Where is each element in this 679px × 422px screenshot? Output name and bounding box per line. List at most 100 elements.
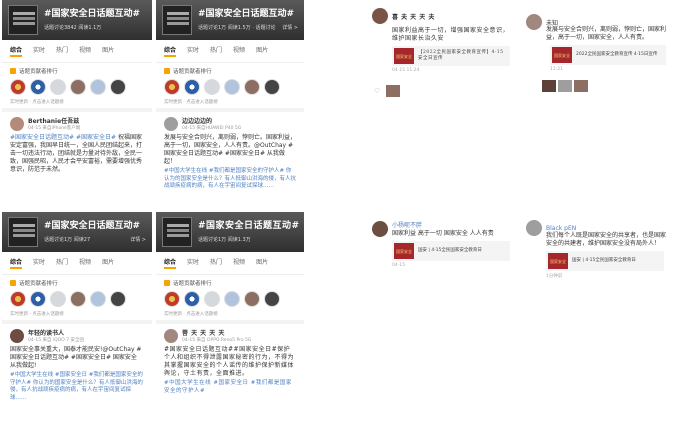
topic-cover[interactable]: #国家安全日话题互动# 话题讨论3842 阅读1.1万 [2,0,152,40]
topic-cover[interactable]: #国家安全日话题互动# 话题讨论1万 阅读27 详情 > [2,212,152,252]
avatar[interactable] [224,291,240,307]
tab-hot[interactable]: 热门 [210,45,222,57]
topic-thumbnail [8,217,38,247]
avatar[interactable] [164,328,178,343]
like-icon[interactable]: ♡ [374,87,380,95]
tab-video[interactable]: 视频 [233,257,245,269]
topic-title: #国家安全日话题互动# [44,9,141,19]
post-author[interactable]: 菩 天 天 天 天 [182,328,251,337]
topic-thumbnail [8,5,38,35]
comment-author[interactable]: 小杨呢不胖 [392,220,494,229]
tab-video[interactable]: 视频 [233,45,245,57]
tab-video[interactable]: 视频 [79,45,91,57]
topic-more-link[interactable]: 详情 > [282,24,298,31]
card-text: 国安 | 4·15全民国家安全教育日 [572,258,636,263]
contributors-header: 话题贡献者排行 [156,63,304,75]
reply-thumbnail[interactable] [574,80,588,92]
tab-image[interactable]: 图片 [256,257,268,269]
tab-hot[interactable]: 热门 [56,45,68,57]
avatar[interactable] [50,79,66,95]
post-quote[interactable]: #中国大学生在线 #国家安全日 #我们都是国家安全的守护人# [164,380,296,395]
post-quote[interactable]: #中国大学生在线 #国家安全日 #我们都是国家安全的守护人# 你认为的国家安全是… [10,372,144,402]
avatar[interactable] [10,328,24,343]
post-meta: 04-15 来自 OPPO Reno5 Pro 5G [182,338,252,343]
comment-card-2: 未知 发展与安全合则兴，离则弱，悖则亡，国家利益，高于一切，国家安全，人人有责。… [522,10,674,130]
tab-all[interactable]: 综合 [10,45,23,57]
avatar[interactable] [30,79,46,95]
avatar[interactable] [204,79,220,95]
card-image: 国家安全 [552,47,572,63]
avatar[interactable] [244,79,260,95]
tab-hot[interactable]: 热门 [56,257,68,269]
avatar[interactable] [90,79,106,95]
avatar[interactable] [526,14,542,30]
post-author[interactable]: 边边边边的 [182,116,241,125]
reply-thumbnail[interactable] [542,80,556,92]
avatar[interactable] [204,291,220,307]
card-text: 国安 | 4·15全民国家安全教育日 [418,248,482,253]
reply-thumbnail[interactable] [386,85,401,97]
avatar[interactable] [372,221,388,237]
share-card[interactable]: 国家安全 国安 | 4·15全民国家安全教育日 [392,241,510,261]
comment-card-4: Black pEN 我们每个人既是国家安全的共享者，也是国家安全的共建者，维护国… [522,216,674,288]
avatar[interactable] [110,291,126,307]
avatar[interactable] [164,116,178,131]
contributors-hint: 实时更新 · 点击进入话题榜 [156,99,304,112]
contributor-avatars [2,287,152,311]
comment-text: 我们每个人既是国家安全的共享者，也是国家安全的共建者，维护国家安全没有局外人！ [546,232,667,247]
avatar[interactable] [526,220,542,236]
topic-cover[interactable]: #国家安全日话题互动# 话题讨论1万 阅读1.5万 · 话题讨论 详情 > [156,0,304,40]
tab-all[interactable]: 综合 [164,45,177,57]
post-author[interactable]: 年轻的读书人 [28,328,84,337]
tab-realtime[interactable]: 实时 [33,257,45,269]
tab-image[interactable]: 图片 [102,257,114,269]
share-card[interactable]: 国家安全 国安 | 4·15全民国家安全教育日 [546,251,664,271]
avatar[interactable] [244,291,260,307]
share-card[interactable]: 国家安全 【2022全民国家安全教育宣传】4·15安全日宣传 [392,46,510,66]
tab-image[interactable]: 图片 [256,45,268,57]
contributors-label: 话题贡献者排行 [19,281,58,287]
avatar[interactable] [70,291,86,307]
avatar[interactable] [164,291,180,307]
avatar[interactable] [70,79,86,95]
avatar[interactable] [224,79,240,95]
tab-realtime[interactable]: 实时 [187,45,199,57]
comment-author[interactable]: 喜 夫 天 天 夫 [392,12,435,21]
avatar[interactable] [10,79,26,95]
avatar[interactable] [264,79,280,95]
topic-more-link[interactable]: 详情 > [130,236,146,243]
comment-author[interactable]: Black pEN [546,225,576,232]
share-card[interactable]: 国家安全 2022全民国家安全教育宣传 4·15日宣传 [550,45,666,65]
avatar[interactable] [164,79,180,95]
tab-hot[interactable]: 热门 [210,257,222,269]
avatar[interactable] [50,291,66,307]
contributors-label: 话题贡献者排行 [173,281,212,287]
post: 菩 天 天 天 天 04-15 来自 OPPO Reno5 Pro 5G #国家… [156,324,304,399]
comment-card-3: 小杨呢不胖 国家利益 高于一切 国家安全 人人有责 国家安全 国安 | 4·15… [368,216,514,276]
reply-thumbnail[interactable] [558,80,572,92]
comment-time: 04-15 [392,263,406,268]
topic-tabs: 综合 实时 热门 视频 图片 [156,252,304,275]
tab-video[interactable]: 视频 [79,257,91,269]
avatar[interactable] [10,291,26,307]
tab-image[interactable]: 图片 [102,45,114,57]
tab-all[interactable]: 综合 [10,257,23,269]
avatar[interactable] [184,291,200,307]
avatar[interactable] [110,79,126,95]
avatar[interactable] [90,291,106,307]
tab-realtime[interactable]: 实时 [187,257,199,269]
comment-time: 04-15 11:24 [392,68,420,73]
avatar[interactable] [10,116,24,131]
avatar[interactable] [372,8,388,24]
card-image: 国家安全 [548,253,568,269]
avatar[interactable] [30,291,46,307]
tab-all[interactable]: 综合 [164,257,177,269]
tab-realtime[interactable]: 实时 [33,45,45,57]
post-tags[interactable]: #国家安全日话题互动# #国家安全日# [10,134,116,141]
avatar[interactable] [184,79,200,95]
topic-cover[interactable]: #国家安全日话题互动# 话题讨论1万 阅读1.3万 [156,212,304,252]
post-quote[interactable]: #中国大学生在线 #我们都是国家安全的守护人# 你认为的国家安全是什么？有人抵御… [164,168,296,191]
avatar[interactable] [264,291,280,307]
post-meta: 04-15 来自HUAWEI P40 5G [182,126,242,131]
post-author[interactable]: Berthanie任吾兹 [28,116,80,125]
